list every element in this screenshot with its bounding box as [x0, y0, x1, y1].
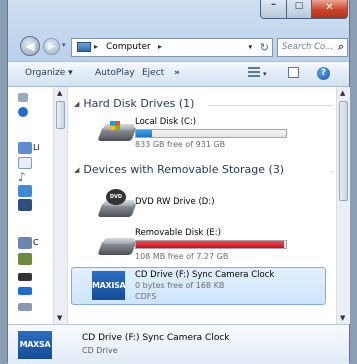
more-commands-button[interactable]: » [174, 68, 180, 78]
maximize-button[interactable]: □ [286, 0, 312, 19]
drive-free-space: 833 GB free of 931 GB [135, 140, 226, 149]
details-drive-name: CD Drive (F:) Sync Camera Clock [82, 333, 230, 343]
minimize-icon: – [271, 0, 276, 10]
removable-disk-icon [97, 235, 137, 257]
music-icon[interactable]: ♪ [18, 171, 32, 183]
details-drive-type: CD Drive [82, 346, 118, 355]
group-title: Hard Disk Drives (1) [83, 97, 195, 110]
drive-free-space: 108 MB free of 7.27 GB [135, 252, 229, 261]
breadcrumb-chevron-icon[interactable]: ▸ [94, 42, 98, 51]
capacity-bar [135, 240, 287, 249]
preview-pane-icon[interactable] [288, 67, 299, 78]
capacity-bar [135, 129, 287, 138]
forward-button[interactable]: ▶ [43, 38, 60, 55]
hard-drive-icon [97, 121, 137, 143]
breadcrumb-chevron-icon[interactable]: ▸ [158, 42, 162, 51]
organize-button[interactable]: Organize ▾ [25, 68, 73, 78]
change-view-icon[interactable] [248, 67, 260, 77]
title-bar: – □ ✕ [8, 0, 349, 30]
computer-nav-icon[interactable] [18, 237, 32, 249]
minimize-button[interactable]: – [260, 0, 287, 19]
search-placeholder: Search Co... [282, 42, 334, 52]
scroll-down-icon[interactable]: ▼ [57, 314, 62, 322]
drive-filesystem: CDFS [135, 292, 157, 301]
capacity-fill [136, 130, 152, 137]
local-disk-nav-icon[interactable] [18, 253, 32, 265]
autoplay-button[interactable]: AutoPlay [95, 68, 135, 78]
computer-icon [77, 42, 91, 52]
drive-local-c[interactable]: Local Disk (C:) 833 GB free of 931 GB [68, 117, 332, 149]
capacity-fill [136, 241, 284, 248]
scroll-up-icon[interactable]: ▲ [57, 89, 62, 97]
view-options-dropdown-icon[interactable]: ▾ [263, 70, 267, 78]
drive-removable-e[interactable]: Removable Disk (E:) 108 MB free of 7.27 … [68, 227, 332, 261]
removable-nav-icon[interactable] [18, 287, 32, 295]
refresh-icon[interactable]: ↻ [260, 41, 269, 54]
collapse-triangle-icon[interactable]: ◢ [74, 100, 79, 108]
drive-name: Removable Disk (E:) [135, 228, 221, 238]
group-header-hard-disks[interactable]: ◢ Hard Disk Drives (1) [74, 97, 194, 110]
address-bar[interactable]: ▸ Computer ▸ ▾ ↻ [71, 38, 273, 57]
drive-dvd-d[interactable]: DVD DVD RW Drive (D:) [68, 189, 332, 221]
collapse-triangle-icon[interactable]: ◢ [74, 166, 79, 174]
documents-icon[interactable] [18, 157, 32, 169]
nav-pane-scrollbar[interactable]: ▲ ▼ [53, 87, 67, 324]
drives-view: ◢ Hard Disk Drives (1) Local Disk (C:) 83… [68, 87, 336, 324]
group-title: Devices with Removable Storage (3) [83, 163, 285, 176]
help-icon[interactable]: ? [317, 67, 330, 80]
details-pane: MAXSA CD Drive (F:) Sync Camera Clock CD… [8, 324, 349, 364]
maximize-icon: □ [294, 1, 304, 11]
breadcrumb-computer[interactable]: Computer [106, 42, 151, 52]
nav-libraries-label[interactable]: Li [33, 143, 40, 152]
scroll-up-icon[interactable]: ▲ [340, 89, 345, 97]
cd-nav-icon[interactable] [18, 303, 32, 311]
network-icon[interactable] [18, 93, 28, 102]
details-drive-icon: MAXSA [18, 331, 52, 359]
eject-button[interactable]: Eject [142, 68, 164, 78]
nav-computer-label[interactable]: C [33, 238, 39, 247]
content-scrollbar[interactable]: ▲ ▼ [336, 87, 350, 324]
drive-name: DVD RW Drive (D:) [135, 197, 215, 207]
group-divider [208, 105, 333, 106]
close-icon: ✕ [325, 2, 334, 13]
libraries-icon[interactable] [18, 142, 32, 154]
explorer-window: – □ ✕ ◀ ▶ ▾ ▸ Computer ▸ ▾ ↻ Search Co..… [7, 0, 350, 364]
content-scroll-thumb[interactable] [339, 101, 348, 201]
close-button[interactable]: ✕ [311, 0, 348, 19]
search-icon[interactable]: ⌕ [338, 40, 344, 54]
dvd-nav-icon[interactable] [18, 273, 32, 281]
recent-pages-dropdown[interactable]: ▾ [62, 41, 66, 49]
group-divider [330, 171, 333, 172]
nav-scroll-thumb[interactable] [56, 101, 65, 129]
dvd-logo-icon: DVD [106, 189, 126, 205]
address-dropdown-icon[interactable]: ▾ [248, 43, 252, 51]
drive-free-space: 0 bytes free of 168 KB [135, 281, 225, 290]
drive-name: Local Disk (C:) [135, 117, 197, 127]
drive-cd-f[interactable]: MAXISA CD Drive (F:) Sync Camera Clock 0… [68, 268, 332, 304]
scroll-down-icon[interactable]: ▼ [340, 314, 345, 322]
cd-drive-label-icon: MAXISA [92, 271, 126, 300]
navigation-pane: Li ♪ C ▲ ▼ [8, 87, 68, 324]
navigation-bar: ◀ ▶ ▾ ▸ Computer ▸ ▾ ↻ Search Co... ⌕ [8, 32, 349, 60]
search-box[interactable]: Search Co... ⌕ [277, 38, 348, 57]
command-bar: Organize ▾ AutoPlay Eject » ▾ ? [8, 61, 349, 87]
pictures-icon[interactable] [18, 185, 32, 197]
group-header-removable[interactable]: ◢ Devices with Removable Storage (3) [74, 163, 284, 176]
videos-icon[interactable] [18, 199, 32, 211]
back-button[interactable]: ◀ [20, 36, 40, 56]
homegroup-icon[interactable] [18, 107, 28, 117]
drive-name: CD Drive (F:) Sync Camera Clock [135, 270, 275, 280]
